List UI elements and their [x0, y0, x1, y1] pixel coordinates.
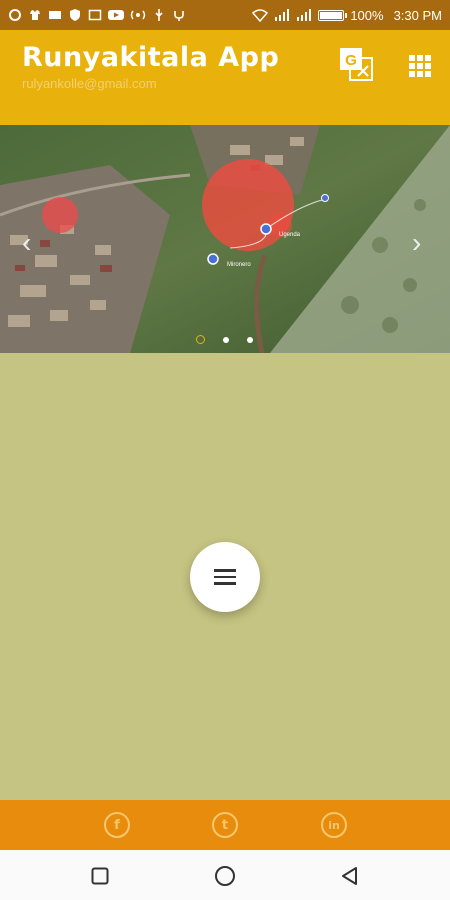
system-nav-bar [0, 850, 450, 900]
grid-dot [425, 63, 431, 69]
wifi-icon [252, 9, 269, 22]
home-button-icon[interactable] [214, 865, 236, 887]
apps-grid-button[interactable] [409, 55, 431, 77]
image-slider[interactable]: Ugenda Mironero ‹ › [0, 125, 450, 353]
gallery-icon [88, 9, 102, 21]
facebook-icon[interactable]: f [104, 812, 130, 838]
shirt-icon [30, 10, 40, 20]
status-bar: 100% 3:30 PM [0, 0, 450, 30]
translate-button[interactable]: G [338, 46, 374, 82]
app-title: Runyakitala App [22, 42, 280, 73]
linkedin-icon[interactable]: in [321, 812, 347, 838]
slider-pagination [196, 335, 253, 344]
battery-percent: 100% [350, 7, 384, 23]
grid-dot [417, 63, 423, 69]
slider-dot-2[interactable] [223, 336, 229, 343]
battery-icon [318, 9, 348, 21]
hamburger-icon-bar [214, 582, 236, 585]
back-button-icon[interactable] [340, 866, 360, 886]
app-notification-icon [9, 9, 21, 21]
status-indicators: 100% 3:30 PM [252, 8, 450, 23]
usb-debug-icon [174, 11, 184, 21]
menu-button[interactable] [190, 542, 260, 612]
signal-2-icon [297, 9, 312, 21]
slider-dot-3[interactable] [247, 336, 253, 343]
usb-icon [155, 9, 163, 21]
grid-dot [409, 55, 415, 61]
app-bar: Runyakitala App rulyankolle@gmail.com G [0, 30, 450, 125]
grid-dot [417, 71, 423, 77]
youtube-icon [108, 10, 124, 20]
hotspot-icon [130, 10, 146, 20]
message-icon [49, 11, 61, 19]
recents-button-icon[interactable] [91, 867, 109, 885]
footer: f t in [0, 800, 450, 850]
map-label-mironero: Mironero [227, 262, 251, 268]
main-content [0, 353, 450, 800]
notification-icons [0, 8, 186, 22]
slider-prev-arrow[interactable]: ‹ [22, 227, 31, 259]
user-email: rulyankolle@gmail.com [22, 76, 157, 91]
clock: 3:30 PM [393, 7, 442, 23]
hamburger-icon-bar [214, 575, 236, 579]
shield-icon [70, 9, 80, 21]
grid-dot [409, 71, 415, 77]
grid-dot [417, 55, 423, 61]
grid-dot [409, 63, 415, 69]
translate-icon: G [340, 48, 373, 81]
slider-dot-1[interactable] [196, 335, 205, 344]
svg-text:G: G [345, 52, 357, 69]
battery-fill [320, 11, 343, 19]
hamburger-icon-bar [214, 569, 236, 572]
twitter-icon[interactable]: t [212, 812, 238, 838]
map-label-ugenda: Ugenda [279, 232, 301, 238]
signal-1-icon [275, 9, 290, 21]
grid-dot [425, 55, 431, 61]
slider-next-arrow[interactable]: › [412, 227, 421, 259]
grid-dot [425, 71, 431, 77]
aerial-map-image: Ugenda Mironero [0, 125, 450, 353]
